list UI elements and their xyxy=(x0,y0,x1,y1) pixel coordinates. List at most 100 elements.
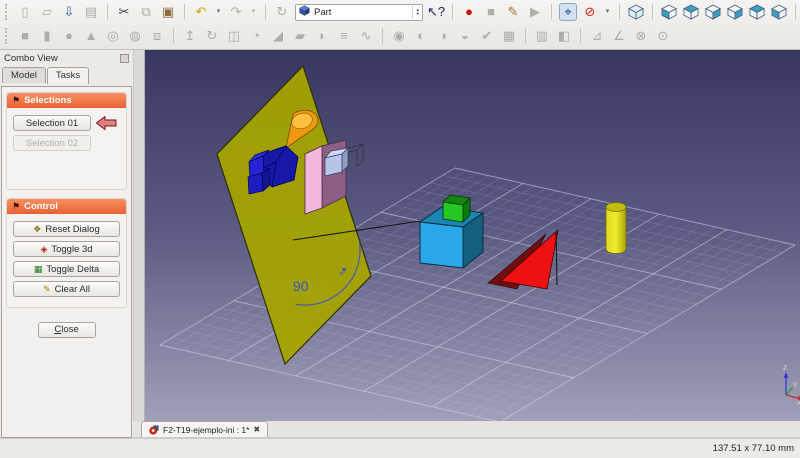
view-right-icon[interactable] xyxy=(704,3,722,21)
reset-dialog-button[interactable]: ❖ Reset Dialog xyxy=(13,221,120,237)
axis-z-label: Z xyxy=(783,365,787,372)
draw-style-dropdown-arrow[interactable]: ▾ xyxy=(603,3,612,21)
toolbar-separator xyxy=(795,4,796,20)
open-file-icon: ▱ xyxy=(38,3,56,21)
status-dimensions: 137.51 x 77.10 mm xyxy=(713,443,794,454)
selection-pointer-arrow-icon xyxy=(96,116,117,130)
green-cube[interactable] xyxy=(443,195,470,222)
cut-icon[interactable]: ✂ xyxy=(115,3,133,21)
part-cylinder-icon: ▮ xyxy=(38,27,56,45)
toolbar-separator xyxy=(382,28,383,44)
draw-style-icon[interactable]: ⊘ xyxy=(581,3,599,21)
part-ruled-surface-icon: ◗ xyxy=(313,27,331,45)
view-left-icon[interactable] xyxy=(770,3,788,21)
yellow-cylinder[interactable] xyxy=(606,203,626,254)
measure-toggle-icon: ⊙ xyxy=(654,27,672,45)
toolbar-separator xyxy=(184,4,185,20)
macro-edit-icon[interactable]: ✎ xyxy=(504,3,522,21)
combo-view-panel: Combo View Model Tasks ⚑ Selections Sele… xyxy=(0,50,133,438)
selections-group: ⚑ Selections Selection 01 Selection 02 xyxy=(6,92,127,190)
workbench-selector[interactable]: Part ▴▾ xyxy=(295,4,423,21)
part-defeaturing-icon: ▦ xyxy=(500,27,518,45)
view-bottom-icon[interactable] xyxy=(748,3,766,21)
part-sphere-icon: ● xyxy=(60,27,78,45)
toggle-3d-button[interactable]: ◈ Toggle 3d xyxy=(13,241,120,257)
macro-record-icon[interactable]: ● xyxy=(460,3,478,21)
close-button[interactable]: Close xyxy=(38,322,96,338)
selection-01-button[interactable]: Selection 01 xyxy=(13,115,91,131)
part-mirror-icon: ◫ xyxy=(225,27,243,45)
view-isometric-icon[interactable] xyxy=(627,3,645,21)
toolbar-drag-handle[interactable] xyxy=(5,4,10,20)
selection-02-button: Selection 02 xyxy=(13,135,91,151)
part-boolean-cut-icon: ◑ xyxy=(434,27,452,45)
measurement-flag-icon: ⚑ xyxy=(12,96,20,105)
refresh-icon: ↻ xyxy=(273,3,291,21)
yellow-plane[interactable] xyxy=(217,66,371,364)
toggle-3d-icon: ◈ xyxy=(40,245,47,254)
view-rear-icon[interactable] xyxy=(726,3,744,21)
part-chamfer-icon: ◢ xyxy=(269,27,287,45)
redo-dropdown-arrow: ▾ xyxy=(249,3,258,21)
print-icon: ▤ xyxy=(82,3,100,21)
reset-dialog-icon: ❖ xyxy=(33,225,41,234)
toggle-delta-icon: ▦ xyxy=(34,265,43,274)
new-file-icon: ▯ xyxy=(16,3,34,21)
toolbar-row2: ■▮●▲◎◍⧈↥↻◫◔◢▰◗≡∿◉◐◑◒✔▦▥◧⊿∠⊗⊙ xyxy=(0,24,800,48)
document-tab-close-icon[interactable]: ✖ xyxy=(253,426,260,434)
combo-view-tabs: Model Tasks xyxy=(0,67,133,83)
part-toolbar-drag-handle[interactable] xyxy=(5,28,10,44)
tab-model[interactable]: Model xyxy=(2,67,46,83)
toolbar-separator xyxy=(551,4,552,20)
panel-title-label: Combo View xyxy=(4,53,58,64)
part-check-geometry-icon: ✔ xyxy=(478,27,496,45)
workbench-spinner[interactable]: ▴▾ xyxy=(412,6,419,19)
toolbar-separator xyxy=(265,4,266,20)
part-shape-builder-icon: ⧈ xyxy=(148,27,166,45)
part-torus-icon: ◎ xyxy=(104,27,122,45)
whats-this-icon[interactable]: ↖? xyxy=(427,3,445,21)
workbench-value: Part xyxy=(314,7,408,18)
clear-all-icon: ✎ xyxy=(43,285,51,294)
tab-tasks[interactable]: Tasks xyxy=(47,67,89,84)
control-group-header: ⚑ Control xyxy=(7,199,126,214)
part-extrude-icon: ↥ xyxy=(181,27,199,45)
part-boolean-common-icon: ◒ xyxy=(456,27,474,45)
clear-all-button[interactable]: ✎ Clear All xyxy=(13,281,120,297)
part-cone-icon: ▲ xyxy=(82,27,100,45)
viewport-3d[interactable]: 90 ° xyxy=(145,50,800,421)
part-make-face-icon: ▰ xyxy=(291,27,309,45)
panel-splitter[interactable] xyxy=(133,50,145,438)
measure-clear-icon: ⊗ xyxy=(632,27,650,45)
control-group-title: Control xyxy=(24,201,58,212)
toolbar-separator xyxy=(452,4,453,20)
paste-icon[interactable]: ▣ xyxy=(159,3,177,21)
zoom-fit-all-icon[interactable]: ⌖ xyxy=(559,3,577,21)
document-tab[interactable]: F2-T19-ejemplo-ini : 1* ✖ xyxy=(141,421,268,437)
view-front-icon[interactable] xyxy=(660,3,678,21)
toolbar-separator xyxy=(652,4,653,20)
part-box-icon: ■ xyxy=(16,27,34,45)
3d-scene[interactable]: 90 ° xyxy=(145,50,800,421)
measure-linear-icon: ⊿ xyxy=(588,27,606,45)
view-top-icon[interactable] xyxy=(682,3,700,21)
axis-y-label: Y xyxy=(793,382,798,389)
save-icon[interactable]: ⇩ xyxy=(60,3,78,21)
part-compound-icon: ◉ xyxy=(390,27,408,45)
tasks-panel: ⚑ Selections Selection 01 Selection 02 ⚑… xyxy=(1,86,132,438)
toggle-delta-button[interactable]: ▦ Toggle Delta xyxy=(13,261,120,277)
float-panel-icon[interactable] xyxy=(120,54,129,63)
part-boolean-union-icon: ◐ xyxy=(412,27,430,45)
control-group: ⚑ Control ❖ Reset Dialog ◈ Toggle 3d ▦ T… xyxy=(6,198,127,308)
angle-value-label: 90 xyxy=(293,278,309,294)
angle-handle-dot[interactable] xyxy=(343,268,346,271)
undo-dropdown-arrow[interactable]: ▾ xyxy=(214,3,223,21)
part-section-icon: ◧ xyxy=(555,27,573,45)
part-tube-icon: ◍ xyxy=(126,27,144,45)
selections-group-title: Selections xyxy=(24,95,72,106)
undo-icon[interactable]: ↶ xyxy=(192,3,210,21)
redo-icon: ↷ xyxy=(227,3,245,21)
part-sweep-icon: ∿ xyxy=(357,27,375,45)
selections-group-header: ⚑ Selections xyxy=(7,93,126,108)
measure-angular-icon: ∠ xyxy=(610,27,628,45)
